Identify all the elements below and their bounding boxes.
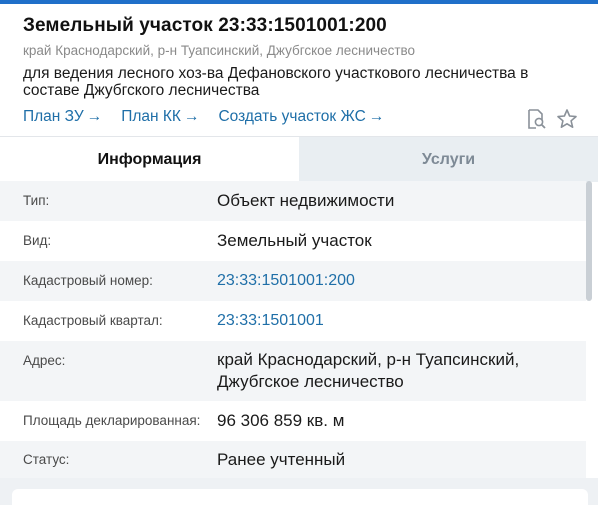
info-row-kind: Вид: Земельный участок (0, 221, 586, 261)
info-row-status: Статус: Ранее учтенный (0, 441, 586, 479)
info-row-area: Площадь декларированная: 96 306 859 кв. … (0, 401, 586, 441)
action-links: План ЗУ → План КК → Создать участок ЖС → (23, 108, 384, 126)
row-label: Вид: (23, 233, 52, 248)
row-value: Объект недвижимости (217, 191, 395, 210)
plan-zu-label: План ЗУ (23, 108, 84, 125)
row-value: 96 306 859 кв. м (217, 411, 345, 430)
create-zhs-link[interactable]: Создать участок ЖС → (218, 108, 384, 126)
plan-kk-label: План КК (121, 108, 181, 125)
object-purpose: для ведения лесного хоз-ва Дефановского … (23, 65, 529, 99)
object-subtitle-address: край Краснодарский, р-н Туапсинский, Джу… (23, 43, 416, 58)
create-zhs-label: Создать участок ЖС (218, 108, 366, 125)
arrow-right-icon: → (86, 108, 103, 125)
row-label: Кадастровый квартал: (23, 313, 163, 328)
cadastral-quarter-link[interactable]: 23:33:1501001 (217, 310, 324, 332)
info-table: Тип: Объект недвижимости Вид: Земельный … (0, 181, 598, 479)
arrow-right-icon: → (368, 108, 385, 125)
plan-zu-link[interactable]: План ЗУ → (23, 108, 102, 126)
tab-information[interactable]: Информация (0, 137, 299, 182)
plan-kk-link[interactable]: План КК → (121, 108, 199, 126)
page-title: Земельный участок 23:33:1501001:200 (23, 15, 387, 36)
info-row-address: Адрес: край Краснодарский, р-н Туапсинск… (0, 341, 586, 401)
next-card (12, 489, 588, 505)
object-header: Земельный участок 23:33:1501001:200 край… (0, 4, 598, 136)
row-value: Ранее учтенный (217, 450, 346, 469)
row-label: Адрес: (23, 353, 66, 368)
row-label: Площадь декларированная: (23, 413, 201, 428)
document-search-icon[interactable] (525, 108, 547, 130)
row-label: Тип: (23, 193, 50, 208)
row-value: Земельный участок (217, 231, 372, 250)
arrow-right-icon: → (183, 108, 200, 125)
row-value: край Краснодарский, р-н Туапсинский, Джу… (217, 350, 520, 391)
cadastral-number-link[interactable]: 23:33:1501001:200 (217, 270, 355, 292)
info-row-type: Тип: Объект недвижимости (0, 181, 586, 221)
scrollbar[interactable] (586, 181, 592, 301)
tab-bar: Информация Услуги (0, 136, 598, 182)
tab-services[interactable]: Услуги (299, 137, 598, 182)
star-icon[interactable] (556, 108, 578, 130)
row-label: Кадастровый номер: (23, 273, 153, 288)
info-row-cadastral-number: Кадастровый номер: 23:33:1501001:200 (0, 261, 586, 301)
info-row-cadastral-quarter: Кадастровый квартал: 23:33:1501001 (0, 301, 586, 341)
row-label: Статус: (23, 452, 70, 467)
